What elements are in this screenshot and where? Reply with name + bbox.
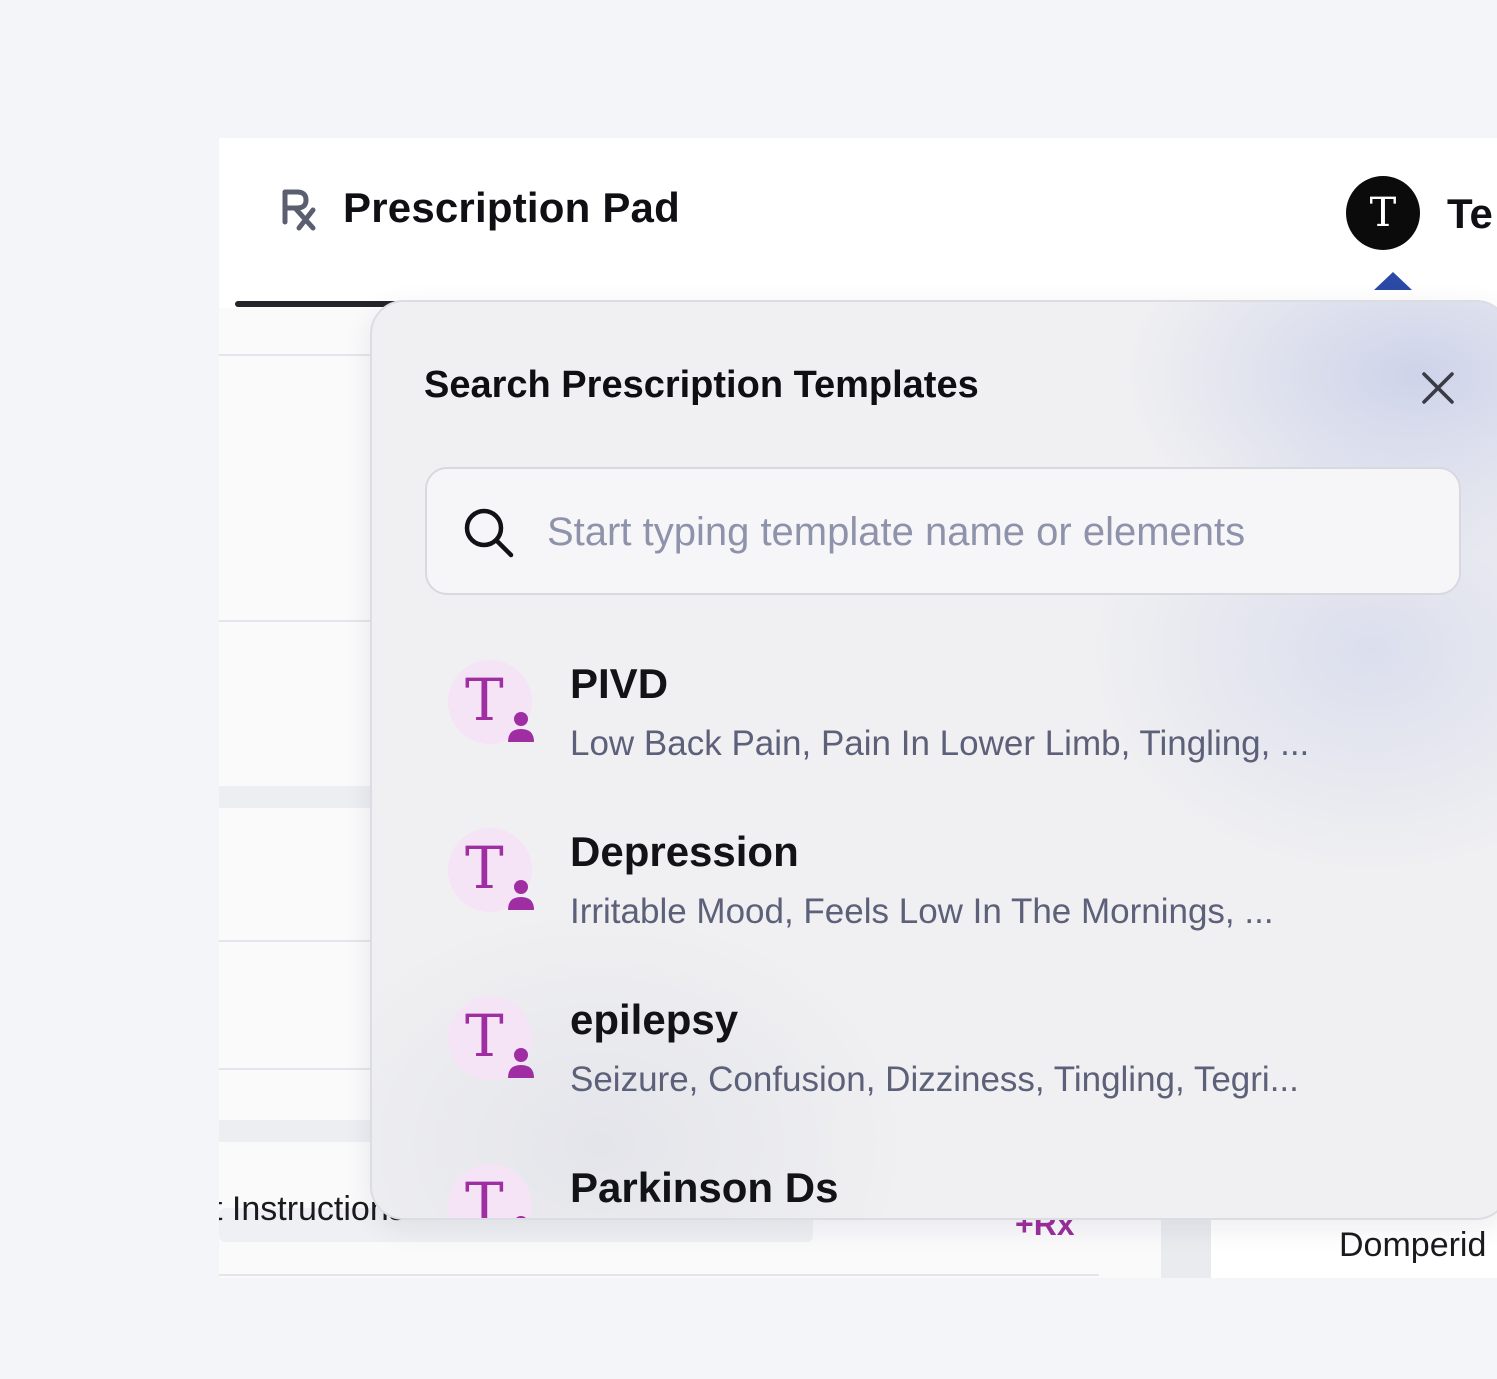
template-name: epilepsy	[570, 996, 739, 1043]
search-input[interactable]	[547, 489, 1427, 575]
template-search-popover: Search Prescription Templates T PIVD Low…	[370, 300, 1497, 1220]
prescription-rx-icon	[282, 189, 316, 231]
template-description: Irritable Mood, Feels Low In The Morning…	[570, 892, 1274, 931]
template-name: Parkinson Ds	[570, 1164, 839, 1211]
template-name: PIVD	[570, 660, 669, 707]
page-title: Prescription Pad	[343, 184, 680, 231]
popover-caret	[1374, 272, 1412, 290]
template-user-icon: T	[448, 660, 536, 748]
divider	[219, 1274, 1099, 1276]
template-user-icon: T	[448, 828, 536, 916]
template-description: Seizure, Confusion, Dizziness, Tingling,…	[570, 1060, 1299, 1099]
close-button[interactable]	[1412, 362, 1464, 414]
template-user-icon: T	[448, 1164, 536, 1218]
divider	[219, 354, 379, 356]
template-user-icon: T	[448, 996, 536, 1084]
template-item-pivd[interactable]: T PIVD Low Back Pain, Pain In Lower Limb…	[372, 652, 1472, 812]
divider	[219, 620, 379, 622]
avatar-label[interactable]: Te	[1447, 190, 1493, 238]
app-header: Prescription Pad T Te	[219, 138, 1497, 308]
medication-name: Domperid	[1339, 1226, 1487, 1264]
template-item-parkinson[interactable]: T Parkinson Ds	[372, 1156, 1472, 1218]
close-icon	[1422, 372, 1454, 404]
search-icon	[464, 508, 514, 558]
section-band	[219, 786, 379, 808]
search-box[interactable]	[425, 467, 1461, 595]
template-item-depression[interactable]: T Depression Irritable Mood, Feels Low I…	[372, 820, 1472, 980]
template-name: Depression	[570, 828, 799, 875]
popover-title: Search Prescription Templates	[424, 364, 979, 406]
section-band	[219, 1120, 379, 1142]
avatar[interactable]: T	[1346, 176, 1420, 250]
divider	[219, 1068, 379, 1070]
template-item-epilepsy[interactable]: T epilepsy Seizure, Confusion, Dizziness…	[372, 988, 1472, 1148]
divider	[219, 940, 379, 942]
template-description: Low Back Pain, Pain In Lower Limb, Tingl…	[570, 724, 1310, 763]
